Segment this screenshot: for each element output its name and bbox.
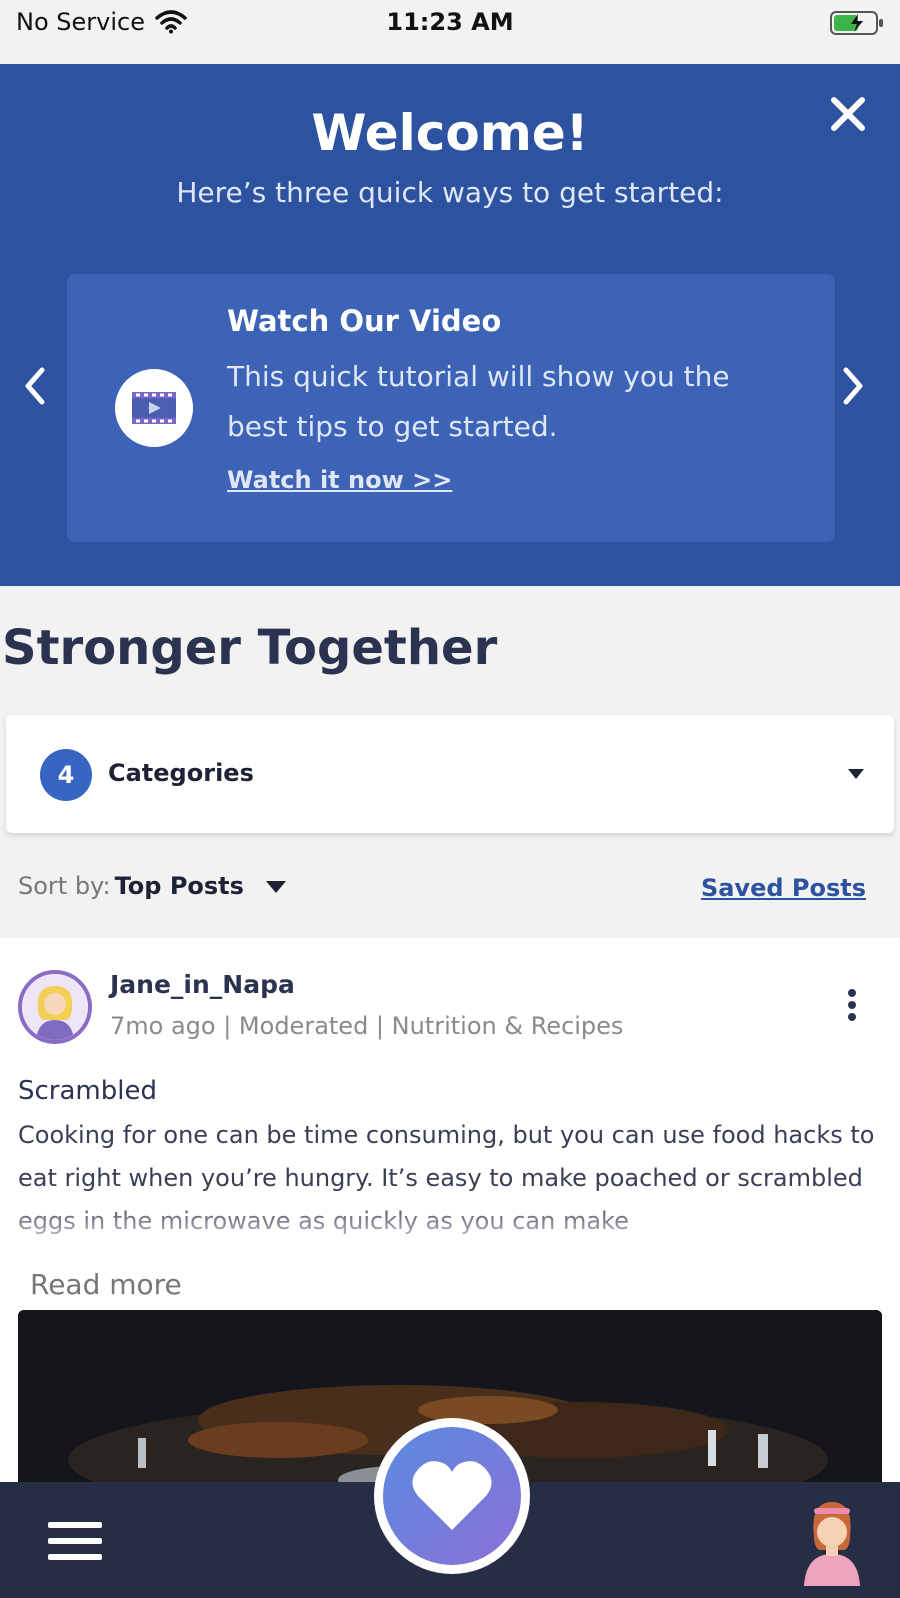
watch-now-link[interactable]: Watch it now >>: [227, 466, 452, 494]
more-vertical-icon[interactable]: [844, 988, 860, 1022]
avatar-illustration: [22, 974, 88, 1040]
chevron-right-icon[interactable]: [836, 364, 870, 408]
status-bar: No Service 11:23 AM: [0, 0, 900, 64]
chevron-left-icon[interactable]: [18, 364, 52, 408]
welcome-banner: Welcome! Here’s three quick ways to get …: [0, 64, 900, 586]
close-icon[interactable]: [826, 92, 870, 136]
categories-dropdown[interactable]: 4 Categories: [6, 715, 894, 833]
sort-selector[interactable]: Sort by: Top Posts: [18, 872, 286, 900]
heart-button[interactable]: [374, 1418, 530, 1574]
card-title: Watch Our Video: [227, 304, 502, 338]
sort-value: Top Posts: [114, 872, 244, 900]
clock: 11:23 AM: [386, 8, 514, 36]
categories-count-badge: 4: [40, 749, 92, 801]
chevron-down-icon: [265, 881, 286, 893]
menu-icon[interactable]: [48, 1520, 102, 1562]
profile-icon[interactable]: [800, 1496, 864, 1586]
post-body-fade: [0, 1200, 900, 1250]
avatar[interactable]: [18, 970, 92, 1044]
categories-label: Categories: [108, 759, 254, 787]
video-icon: [132, 392, 176, 424]
community-title: Stronger Together: [2, 620, 498, 676]
chevron-down-icon: [848, 769, 864, 779]
saved-posts-link[interactable]: Saved Posts: [701, 874, 866, 902]
post-author[interactable]: Jane_in_Napa: [110, 970, 295, 999]
video-icon-circle: [115, 369, 193, 447]
heart-icon: [412, 1461, 492, 1530]
welcome-subtitle: Here’s three quick ways to get started:: [176, 176, 724, 209]
welcome-title: Welcome!: [311, 104, 589, 162]
read-more-link[interactable]: Read more: [30, 1268, 182, 1301]
heart-button-inner: [383, 1427, 521, 1565]
card-description: This quick tutorial will show you the be…: [227, 360, 730, 443]
post-title: Scrambled: [18, 1076, 157, 1106]
onboarding-card: Watch Our Video This quick tutorial will…: [67, 274, 835, 542]
post-meta: 7mo ago | Moderated | Nutrition & Recipe…: [110, 1012, 624, 1040]
sort-label: Sort by:: [18, 872, 111, 900]
battery-icon: [830, 11, 883, 35]
